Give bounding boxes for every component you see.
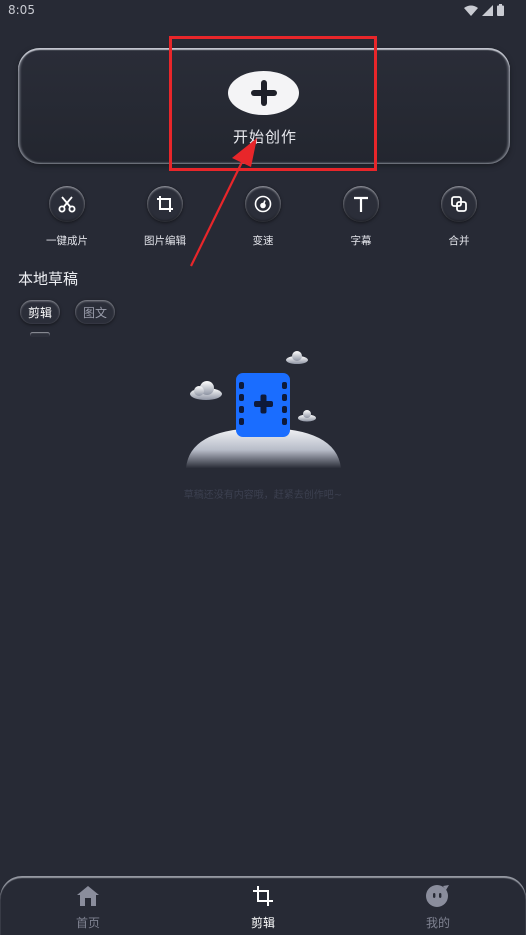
- nav-edit[interactable]: 剪辑: [223, 884, 303, 931]
- nav-mine[interactable]: 我的: [398, 884, 478, 931]
- bottom-nav: 首页 剪辑 我的: [0, 876, 526, 935]
- nav-label: 首页: [75, 916, 100, 930]
- nav-home[interactable]: 首页: [48, 884, 128, 931]
- empty-state-message: 草稿还没有内容哦，赶紧去创作吧~: [183, 490, 343, 501]
- cloud-icon: [298, 410, 316, 422]
- film-plus-icon: [236, 373, 290, 437]
- cloud-icon: [190, 381, 222, 400]
- crop-icon: [253, 886, 273, 906]
- nav-label: 我的: [425, 916, 450, 930]
- cloud-icon: [286, 351, 308, 364]
- annotation-arrow: [190, 138, 257, 267]
- nav-label: 剪辑: [250, 916, 275, 930]
- chat-face-icon: [426, 885, 449, 907]
- home-icon: [77, 886, 99, 906]
